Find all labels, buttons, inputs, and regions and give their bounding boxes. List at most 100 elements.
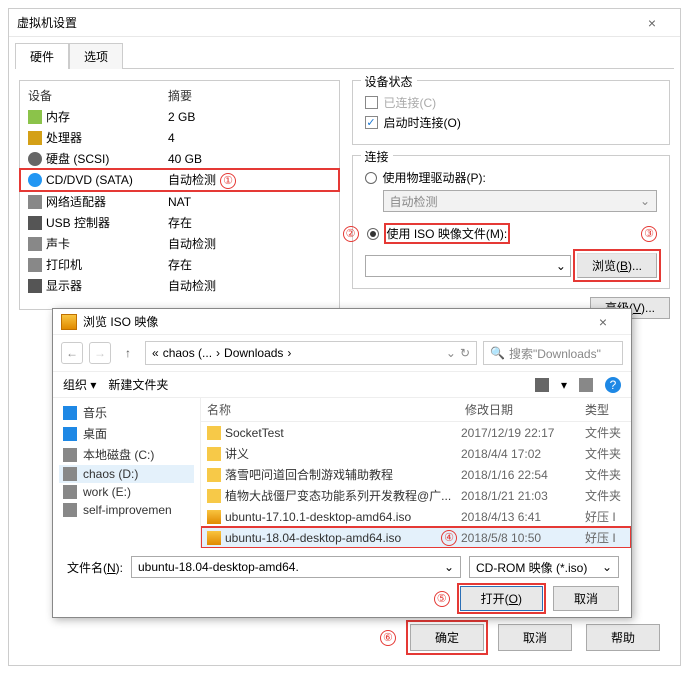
drive-icon [63, 448, 77, 462]
file-row[interactable]: 讲义2018/4/4 17:02文件夹 [201, 443, 631, 464]
file-row[interactable]: 植物大战僵尸变态功能系列开发教程@广...2018/1/21 21:03文件夹 [201, 485, 631, 506]
folder-icon [207, 447, 221, 461]
badge-2: ② [343, 226, 359, 242]
device-row-cddvd[interactable]: CD/DVD (SATA)自动检测① [20, 169, 339, 191]
printer-icon [28, 258, 42, 272]
folder-tree: 音乐 桌面 本地磁盘 (C:) chaos (D:) work (E:) sel… [53, 398, 201, 548]
col-modified[interactable]: 修改日期 [465, 401, 585, 418]
close-icon[interactable]: × [583, 314, 623, 330]
device-row-cpu[interactable]: 处理器4 [20, 127, 339, 148]
checkbox-connect-on-power[interactable] [365, 116, 378, 129]
new-folder-button[interactable]: 新建文件夹 [108, 376, 168, 393]
sound-icon [28, 237, 42, 251]
connection-group: 连接 使用物理驱动器(P): 自动检测⌄ ②使用 ISO 映像文件(M):③ ⌄… [352, 155, 671, 289]
up-button[interactable]: ↑ [117, 342, 139, 364]
badge-1: ① [220, 173, 236, 189]
col-name[interactable]: 名称 [207, 401, 465, 418]
sidebar-item-drive-c[interactable]: 本地磁盘 (C:) [59, 444, 194, 465]
folder-icon [207, 468, 221, 482]
badge-5: ⑤ [434, 591, 450, 607]
chevron-down-icon: ⌄ [446, 346, 456, 360]
filename-label: 文件名(N): [65, 559, 123, 576]
col-type[interactable]: 类型 [585, 401, 625, 418]
window-title: 虚拟机设置 [17, 14, 632, 31]
drive-icon [63, 503, 77, 517]
desktop-icon [63, 427, 77, 441]
iso-icon [207, 531, 221, 545]
file-row-selected[interactable]: ubuntu-18.04-desktop-amd64.iso④2018/5/8 … [201, 527, 631, 548]
music-icon [63, 406, 77, 420]
cancel-button[interactable]: 取消 [498, 624, 572, 651]
device-row-printer[interactable]: 打印机存在 [20, 254, 339, 275]
device-row-disk[interactable]: 硬盘 (SCSI)40 GB [20, 148, 339, 169]
drive-icon [63, 485, 77, 499]
badge-6: ⑥ [380, 630, 396, 646]
vmware-icon [61, 314, 77, 330]
browse-iso-dialog: 浏览 ISO 映像 × ← → ↑ «chaos (...›Downloads›… [52, 308, 632, 618]
iso-icon [207, 510, 221, 524]
cd-icon [28, 173, 42, 187]
disk-icon [28, 152, 42, 166]
connection-title: 连接 [361, 148, 393, 165]
file-row[interactable]: SocketTest2017/12/19 22:17文件夹 [201, 422, 631, 443]
sidebar-item-drive-d[interactable]: chaos (D:) [59, 465, 194, 483]
col-device: 设备 [28, 87, 168, 104]
display-icon [28, 279, 42, 293]
badge-4: ④ [441, 530, 457, 546]
radio-iso-file[interactable] [367, 228, 379, 240]
file-row[interactable]: 落雪吧问道回合制游戏辅助教程2018/1/16 22:54文件夹 [201, 464, 631, 485]
refresh-icon[interactable]: ↻ [460, 346, 470, 360]
device-row-sound[interactable]: 声卡自动检测 [20, 233, 339, 254]
device-status-title: 设备状态 [361, 73, 417, 90]
chevron-down-icon: ⌄ [602, 560, 612, 574]
filename-combo[interactable]: ubuntu-18.04-desktop-amd64.⌄ [131, 556, 461, 578]
file-list: 名称 修改日期 类型 SocketTest2017/12/19 22:17文件夹… [201, 398, 631, 548]
tab-options[interactable]: 选项 [69, 43, 123, 69]
cpu-icon [28, 131, 42, 145]
memory-icon [28, 110, 42, 124]
file-row[interactable]: ubuntu-17.10.1-desktop-amd64.iso2018/4/1… [201, 506, 631, 527]
forward-button[interactable]: → [89, 342, 111, 364]
badge-3: ③ [641, 226, 657, 242]
chevron-down-icon: ⌄ [640, 194, 650, 208]
sidebar-item-desktop[interactable]: 桌面 [59, 423, 194, 444]
preview-icon[interactable] [579, 378, 593, 392]
chevron-down-icon: ⌄ [556, 259, 566, 273]
col-summary: 摘要 [168, 87, 192, 104]
help-button[interactable]: 帮助 [586, 624, 660, 651]
device-status-group: 设备状态 已连接(C) 启动时连接(O) [352, 80, 671, 145]
organize-menu[interactable]: 组织 ▾ [63, 376, 96, 393]
cancel-button[interactable]: 取消 [553, 586, 619, 611]
search-input[interactable]: 🔍 搜索"Downloads" [483, 341, 623, 365]
folder-icon [207, 426, 221, 440]
search-icon: 🔍 [490, 346, 505, 360]
device-list: 设备 摘要 内存2 GB 处理器4 硬盘 (SCSI)40 GB CD/DVD … [19, 80, 340, 310]
sidebar-item-self-improvement[interactable]: self-improvemen [59, 501, 194, 519]
device-row-network[interactable]: 网络适配器NAT [20, 191, 339, 212]
open-button[interactable]: 打开(O) [460, 586, 543, 611]
close-icon[interactable]: × [632, 15, 672, 31]
usb-icon [28, 216, 42, 230]
tab-hardware[interactable]: 硬件 [15, 43, 69, 69]
network-icon [28, 195, 42, 209]
filter-combo[interactable]: CD-ROM 映像 (*.iso)⌄ [469, 556, 619, 578]
device-row-display[interactable]: 显示器自动检测 [20, 275, 339, 296]
dialog-title: 浏览 ISO 映像 [83, 313, 583, 330]
help-icon[interactable]: ? [605, 377, 621, 393]
device-row-memory[interactable]: 内存2 GB [20, 106, 339, 127]
iso-path-combo[interactable]: ⌄ [365, 255, 571, 277]
folder-icon [207, 489, 221, 503]
drive-icon [63, 467, 77, 481]
path-bar[interactable]: «chaos (...›Downloads› ⌄ ↻ [145, 341, 477, 365]
back-button[interactable]: ← [61, 342, 83, 364]
radio-physical-drive[interactable] [365, 172, 377, 184]
view-icon[interactable] [535, 378, 549, 392]
browse-button[interactable]: 浏览(B)... [577, 253, 657, 278]
device-row-usb[interactable]: USB 控制器存在 [20, 212, 339, 233]
chevron-down-icon: ⌄ [444, 560, 454, 574]
ok-button[interactable]: 确定 [410, 624, 484, 651]
checkbox-connected[interactable] [365, 96, 378, 109]
sidebar-item-drive-e[interactable]: work (E:) [59, 483, 194, 501]
sidebar-item-music[interactable]: 音乐 [59, 402, 194, 423]
physical-drive-combo[interactable]: 自动检测⌄ [383, 190, 658, 212]
